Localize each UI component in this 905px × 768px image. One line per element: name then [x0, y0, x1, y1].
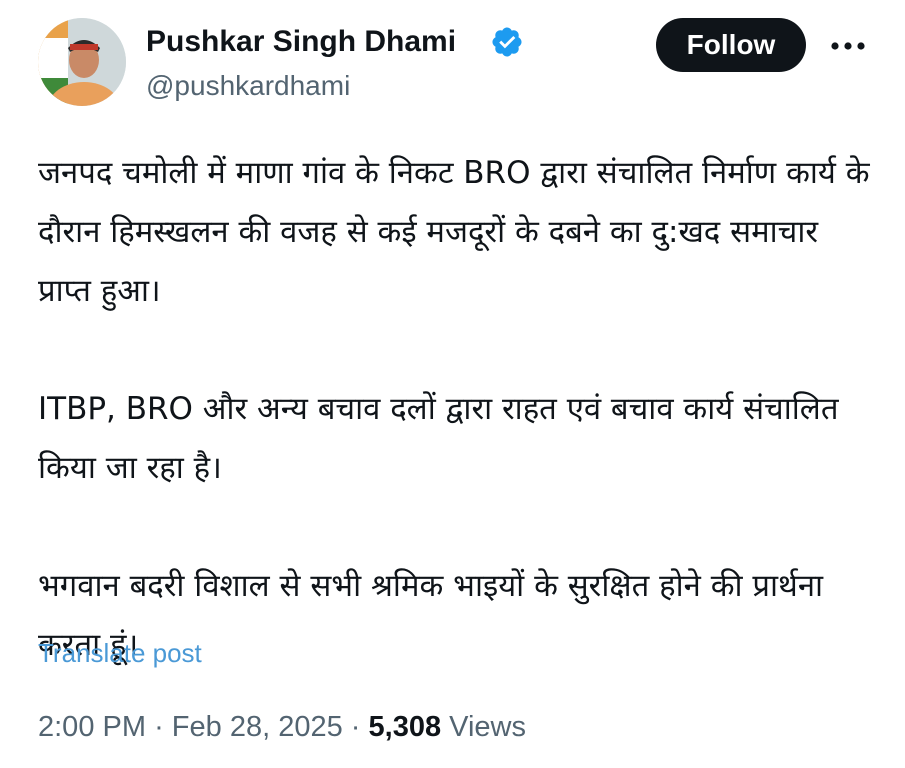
verified-badge-icon — [490, 25, 524, 59]
tweet-paragraph: ITBP, BRO और अन्य बचाव दलों द्वारा राहत … — [38, 391, 839, 486]
tweet-time[interactable]: 2:00 PM — [38, 711, 146, 743]
meta-separator: · — [350, 711, 361, 743]
author-handle[interactable]: @pushkardhami — [146, 68, 350, 104]
tweet-paragraph: जनपद चमोली में माणा गांव के निकट BRO द्व… — [38, 155, 870, 309]
avatar[interactable] — [38, 18, 126, 106]
author-display-name[interactable]: Pushkar Singh Dhami — [146, 22, 456, 62]
tweet-meta: 2:00 PM · Feb 28, 2025 · 5,308 Views — [38, 708, 526, 746]
follow-button[interactable]: Follow — [656, 18, 806, 72]
tweet-date[interactable]: Feb 28, 2025 — [172, 711, 343, 743]
views-count[interactable]: 5,308 — [369, 711, 442, 743]
meta-separator: · — [154, 711, 164, 743]
profile-photo — [38, 18, 126, 106]
tweet-text: जनपद चमोली में माणा गांव के निकट BRO द्व… — [38, 144, 878, 675]
more-options-icon[interactable] — [826, 28, 870, 64]
views-label: Views — [449, 711, 526, 743]
translate-post-link[interactable]: Translate post — [38, 636, 202, 670]
